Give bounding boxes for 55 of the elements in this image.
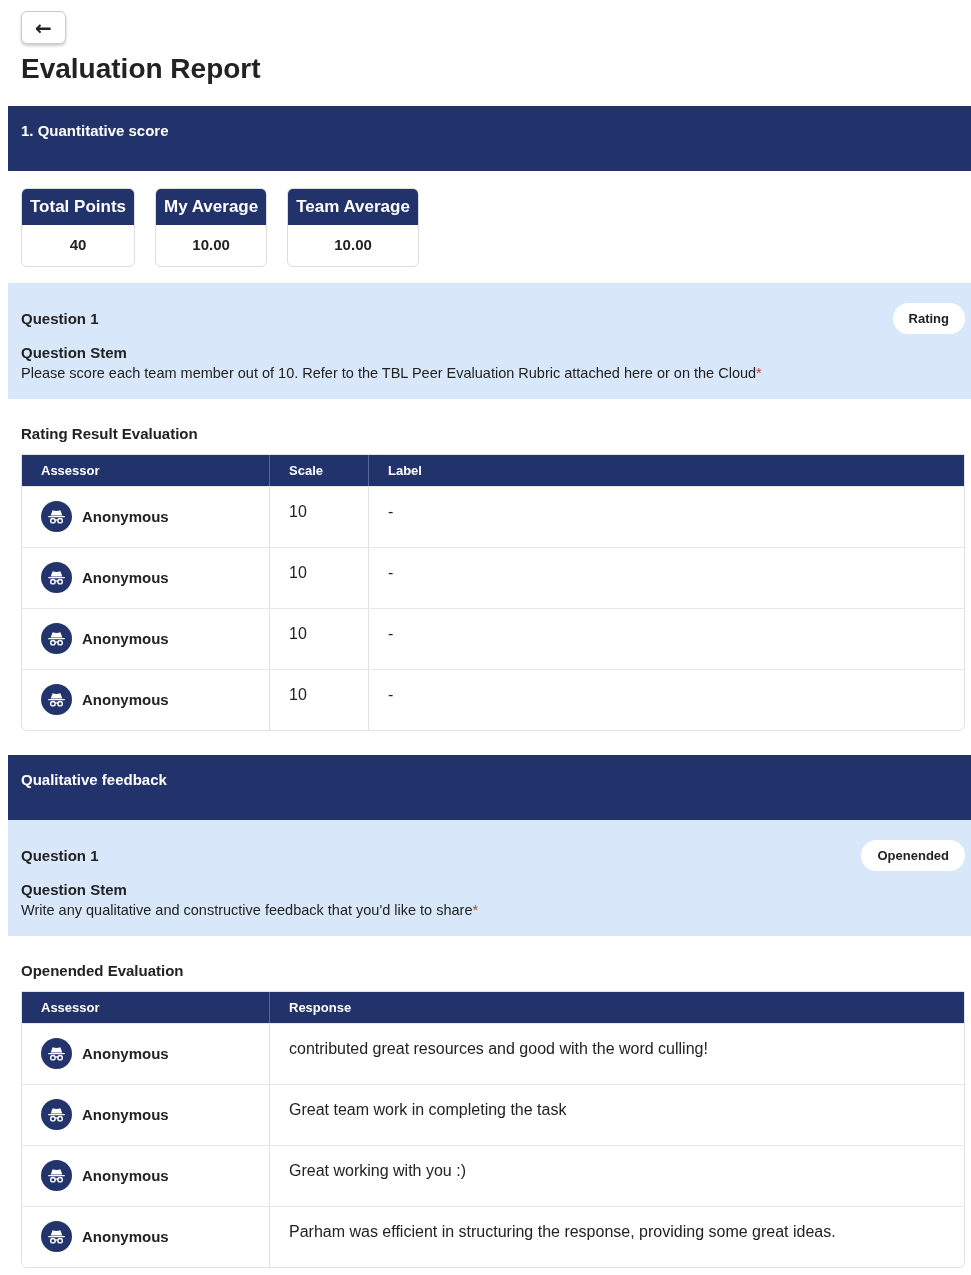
incognito-avatar-icon — [41, 1099, 72, 1131]
question-label: Question 1 — [21, 846, 99, 864]
assessor-name: Anonymous — [82, 1167, 169, 1185]
question-type-badge: Rating — [892, 302, 965, 334]
assessor-name: Anonymous — [82, 691, 169, 709]
stat-value: 10.00 — [333, 234, 373, 255]
incognito-avatar-icon — [41, 501, 72, 533]
section-title: Qualitative feedback — [21, 770, 167, 788]
assessor-name: Anonymous — [82, 508, 169, 526]
assessor-name: Anonymous — [82, 1045, 169, 1063]
question-stem: Please score each team member out of 10. Refer to the TBL Peer Evaluation Rubric attached here or on the Cloud — [21, 364, 757, 381]
column-header: Label — [387, 461, 423, 480]
back-button[interactable]: ← — [21, 11, 66, 44]
question-label: Question 1 — [21, 309, 99, 327]
assessor-name: Anonymous — [82, 1228, 169, 1246]
page-title: Evaluation Report — [21, 52, 262, 86]
section-title: 1. Quantitative score — [21, 121, 169, 139]
incognito-avatar-icon — [41, 1160, 72, 1192]
stem-label: Question Stem — [21, 343, 128, 361]
assessor-name: Anonymous — [82, 569, 169, 587]
question-type-badge: Openended — [861, 839, 965, 871]
incognito-avatar-icon — [41, 562, 72, 594]
stem-label: Question Stem — [21, 880, 128, 898]
assessor-name: Anonymous — [82, 1106, 169, 1124]
table-cell-text: - — [387, 684, 395, 705]
stat-value: 40 — [68, 234, 88, 255]
result-title: Rating Result Evaluation — [20, 423, 199, 444]
column-header: Assessor — [22, 991, 270, 1023]
column-header: Assessor — [22, 454, 270, 486]
incognito-avatar-icon — [41, 1038, 72, 1070]
result-title: Openended Evaluation — [20, 960, 185, 981]
question-stem: Write any qualitative and constructive feedback that you'd like to share — [21, 901, 473, 918]
table-cell-text: - — [387, 562, 395, 583]
column-header: Response — [288, 998, 353, 1017]
table-cell-text: contributed great resources and good with the word culling! — [288, 1038, 709, 1059]
stat-label: My Average — [156, 188, 267, 225]
stat-value: 10.00 — [191, 234, 231, 255]
incognito-avatar-icon — [41, 684, 72, 716]
table-cell: 10 — [270, 486, 369, 547]
incognito-avatar-icon — [41, 623, 72, 655]
table-cell-text: Great working with you :) — [288, 1160, 467, 1181]
assessor-name: Anonymous — [82, 630, 169, 648]
required-mark: * — [756, 364, 762, 381]
stat-label: Team Average — [288, 188, 418, 225]
table-cell: 10 — [270, 547, 369, 608]
required-mark: * — [472, 901, 479, 918]
table-cell-text: - — [387, 623, 395, 644]
incognito-avatar-icon — [41, 1221, 72, 1253]
table-cell: 10 — [270, 669, 369, 730]
table-cell: 10 — [270, 608, 369, 669]
stat-label: Total Points — [22, 188, 134, 225]
table-cell-text: Parham was efficient in structuring the response, providing some great ideas. — [288, 1221, 837, 1242]
table-cell-text: Great team work in completing the task — [288, 1099, 568, 1120]
column-header: Scale — [270, 454, 369, 486]
table-cell-text: - — [387, 501, 395, 522]
